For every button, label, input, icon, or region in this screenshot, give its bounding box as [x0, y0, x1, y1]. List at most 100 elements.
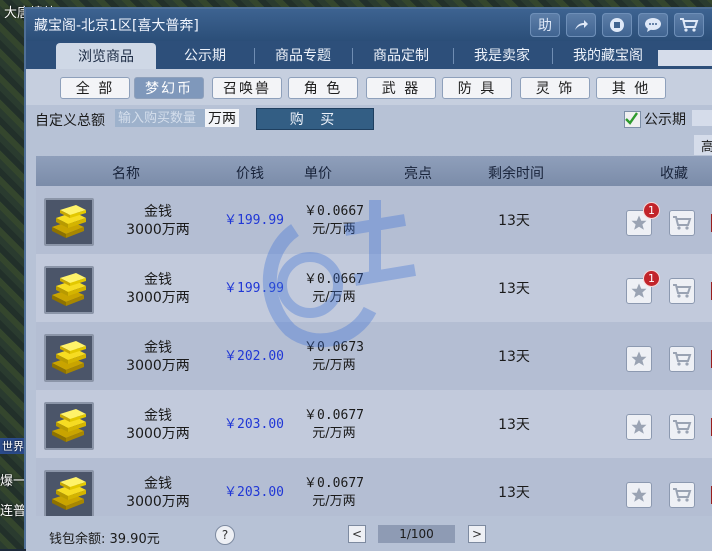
prev-page-button[interactable]: < — [348, 525, 366, 543]
item-unit-price-cell: ￥0.0667 元/万两 — [294, 203, 374, 239]
item-time-left: 13天 — [498, 281, 530, 297]
tab-separator — [453, 48, 454, 64]
tab-topics[interactable]: 商品专题 — [260, 43, 346, 67]
item-price: ￥199.99 — [224, 213, 284, 228]
gold-coin-icon — [44, 470, 94, 516]
add-to-cart-icon[interactable] — [669, 346, 695, 372]
item-unit-label: 元/万两 — [312, 290, 356, 305]
item-name-cell: 金钱 3000万两 — [124, 339, 192, 375]
item-name-cell: 金钱 3000万两 — [124, 407, 192, 443]
item-amount: 3000万两 — [126, 222, 190, 238]
category-coins-button[interactable]: 梦幻币 — [134, 77, 204, 99]
item-unit-price-cell: ￥0.0673 元/万两 — [294, 339, 374, 375]
item-name-cell: 金钱 3000万两 — [124, 475, 192, 511]
item-unit-price: ￥0.0677 — [304, 408, 364, 423]
favorite-star-icon[interactable] — [626, 482, 652, 508]
item-unit-label: 元/万两 — [312, 494, 356, 509]
item-price: ￥203.00 — [224, 417, 284, 432]
item-name: 金钱 — [144, 476, 172, 492]
category-filter: 全 部 梦幻币 召唤兽 角 色 武 器 防 具 灵 饰 其 他 — [26, 69, 712, 105]
category-weapon-button[interactable]: 武 器 — [366, 77, 436, 99]
background-channel-text: 世界 — [0, 438, 26, 454]
header-favorite: 收藏 — [660, 166, 688, 182]
tab-browse[interactable]: 浏览商品 — [56, 43, 156, 69]
item-unit-price: ￥0.0667 — [304, 272, 364, 287]
header-name: 名称 — [112, 166, 140, 182]
title-icons: 助 — [530, 13, 704, 37]
tab-custom[interactable]: 商品定制 — [358, 43, 444, 67]
window-title: 藏宝阁-北京1区[喜大普奔] — [34, 18, 199, 34]
help-icon[interactable]: ? — [215, 525, 235, 545]
item-amount: 3000万两 — [126, 358, 190, 374]
tab-separator — [254, 48, 255, 64]
table-row[interactable]: 金钱 3000万两 ￥203.00 ￥0.0677 元/万两 13天 — [36, 390, 712, 458]
header-highlights: 亮点 — [404, 166, 432, 182]
share-icon[interactable] — [566, 13, 596, 37]
buy-button[interactable]: 购 买 — [256, 108, 374, 130]
cart-icon[interactable] — [674, 13, 704, 37]
favorite-count-badge: 1 — [643, 202, 660, 219]
amount-unit: 万两 — [205, 109, 239, 127]
category-role-button[interactable]: 角 色 — [288, 77, 358, 99]
add-to-cart-icon[interactable] — [669, 482, 695, 508]
help-icon[interactable]: 助 — [530, 13, 560, 37]
background-chat-text-2: 连普 — [0, 504, 27, 519]
add-to-cart-icon[interactable] — [669, 278, 695, 304]
table-row[interactable]: 金钱 3000万两 ￥199.99 ￥0.0667 元/万两 13天 1 — [36, 186, 712, 254]
category-other-button[interactable]: 其 他 — [596, 77, 666, 99]
favorite-star-icon[interactable] — [626, 414, 652, 440]
table-row[interactable]: 金钱 3000万两 ￥203.00 ￥0.0677 元/万两 13天 — [36, 458, 712, 516]
category-all-button[interactable]: 全 部 — [60, 77, 130, 99]
item-time-left: 13天 — [498, 213, 530, 229]
item-unit-price: ￥0.0673 — [304, 340, 364, 355]
item-name-cell: 金钱 3000万两 — [124, 203, 192, 239]
tab-seller[interactable]: 我是卖家 — [459, 43, 545, 67]
category-summons-button[interactable]: 召唤兽 — [212, 77, 282, 99]
gold-coin-icon — [44, 198, 94, 246]
advanced-button[interactable]: 高 — [694, 135, 712, 155]
item-price: ￥203.00 — [224, 485, 284, 500]
item-unit-price-cell: ￥0.0667 元/万两 — [294, 271, 374, 307]
header-unit-price: 单价 — [304, 166, 332, 182]
tab-search-box[interactable] — [658, 50, 712, 66]
public-period-checkbox[interactable] — [624, 110, 641, 128]
add-to-cart-icon[interactable] — [669, 210, 695, 236]
custom-total-label: 自定义总额 — [35, 113, 105, 129]
item-amount: 3000万两 — [126, 426, 190, 442]
amount-input[interactable] — [115, 109, 205, 127]
category-jewelry-button[interactable]: 灵 饰 — [520, 77, 590, 99]
tab-my-pavilion[interactable]: 我的藏宝阁 — [558, 43, 658, 67]
gold-coin-icon — [44, 334, 94, 382]
category-armor-button[interactable]: 防 具 — [442, 77, 512, 99]
tab-public-period[interactable]: 公示期 — [162, 43, 248, 67]
public-period-extra[interactable] — [692, 110, 712, 126]
table-row[interactable]: 金钱 3000万两 ￥199.99 ￥0.0667 元/万两 13天 1 — [36, 254, 712, 322]
item-amount: 3000万两 — [126, 290, 190, 306]
treasure-pavilion-window: 藏宝阁-北京1区[喜大普奔] 助 浏览商品 公示期 商品专题 商品定制 我是卖家 — [24, 7, 712, 551]
table-row[interactable]: 金钱 3000万两 ￥202.00 ￥0.0673 元/万两 13天 — [36, 322, 712, 390]
public-period-label: 公示期 — [644, 112, 686, 128]
chat-icon[interactable] — [638, 13, 668, 37]
item-time-left: 13天 — [498, 349, 530, 365]
item-unit-label: 元/万两 — [312, 426, 356, 441]
record-icon[interactable] — [602, 13, 632, 37]
item-price: ￥199.99 — [224, 281, 284, 296]
tab-separator — [552, 48, 553, 64]
item-unit-price-cell: ￥0.0677 元/万两 — [294, 475, 374, 511]
next-page-button[interactable]: > — [468, 525, 486, 543]
item-price: ￥202.00 — [224, 349, 284, 364]
background-chat-text-1: 爆一 — [0, 474, 27, 489]
favorite-star-icon[interactable] — [626, 346, 652, 372]
item-unit-price-cell: ￥0.0677 元/万两 — [294, 407, 374, 443]
item-amount: 3000万两 — [126, 494, 190, 510]
item-unit-label: 元/万两 — [312, 222, 356, 237]
item-name: 金钱 — [144, 204, 172, 220]
amount-filter: 自定义总额 万两 购 买 公示期 高 — [26, 105, 712, 155]
table-header: 名称 价钱 单价 亮点 剩余时间 收藏 — [36, 156, 712, 186]
item-name: 金钱 — [144, 272, 172, 288]
add-to-cart-icon[interactable] — [669, 414, 695, 440]
item-time-left: 13天 — [498, 417, 530, 433]
gold-coin-icon — [44, 402, 94, 450]
favorite-count-badge: 1 — [643, 270, 660, 287]
public-period-toggle[interactable]: 公示期 — [624, 109, 686, 129]
